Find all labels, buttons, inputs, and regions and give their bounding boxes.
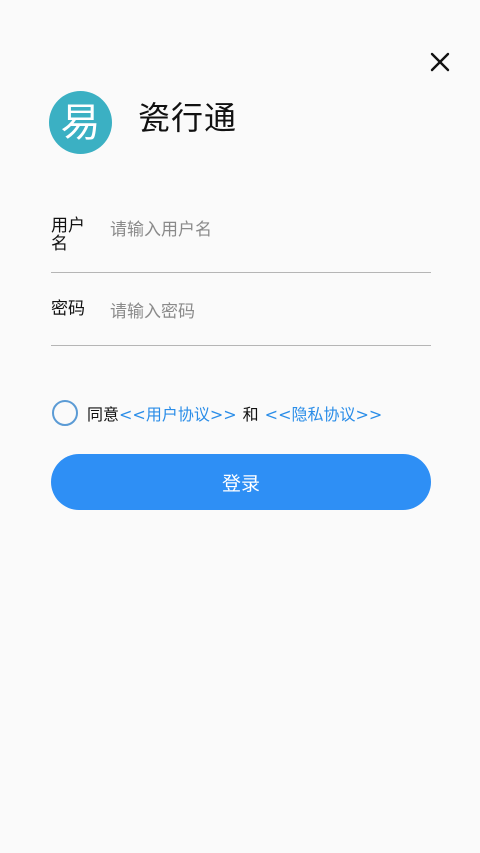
- close-button[interactable]: [424, 46, 456, 78]
- agree-radio[interactable]: [52, 400, 78, 426]
- password-underline: [51, 345, 431, 346]
- app-logo: 易: [49, 91, 112, 154]
- user-agreement-link[interactable]: <<用户协议>>: [119, 401, 237, 425]
- agree-prefix: 同意: [87, 405, 120, 424]
- privacy-policy-link[interactable]: <<隐私协议>>: [265, 401, 383, 425]
- password-input[interactable]: [110, 297, 428, 327]
- agree-and: 和: [242, 405, 259, 424]
- app-title: 瓷行通: [138, 99, 238, 137]
- username-underline: [51, 272, 431, 273]
- login-button[interactable]: 登录: [51, 454, 431, 510]
- app-logo-icon: 易: [60, 99, 101, 146]
- close-icon: [430, 52, 450, 72]
- username-label: 用户名: [51, 216, 85, 254]
- agreement-row: 同意 <<用户协议>> 和 <<隐私协议>>: [52, 398, 382, 428]
- username-input[interactable]: [110, 215, 428, 245]
- password-label: 密码: [51, 299, 85, 319]
